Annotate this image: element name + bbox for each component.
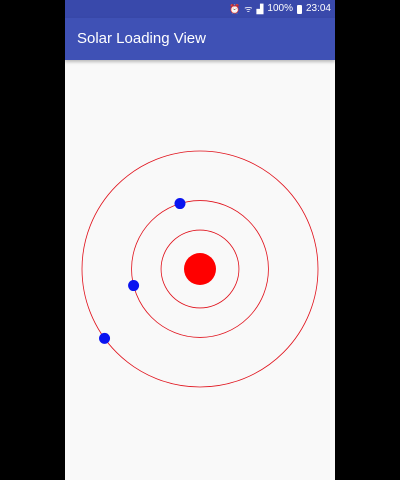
status-icons: ⏰ ᯤ ▟ 100% 23:04 xyxy=(229,3,331,15)
status-time: 23:04 xyxy=(305,3,331,14)
signal-icon: ▟ xyxy=(256,4,264,14)
planet-group xyxy=(99,198,186,344)
planet xyxy=(99,332,111,344)
app-title: Solar Loading View xyxy=(77,30,206,47)
app-bar: Solar Loading View xyxy=(65,18,335,60)
planet xyxy=(128,280,140,292)
battery-percent: 100% xyxy=(267,3,293,14)
status-bar: ⏰ ᯤ ▟ 100% 23:04 xyxy=(65,0,335,18)
planet xyxy=(174,198,186,210)
sun xyxy=(184,253,216,285)
wifi-icon: ᯤ xyxy=(244,4,253,14)
phone-screen: ⏰ ᯤ ▟ 100% 23:04 Solar Loading View xyxy=(65,0,335,480)
alarm-icon: ⏰ xyxy=(229,4,241,14)
battery-icon xyxy=(296,4,302,14)
content-area xyxy=(65,60,335,480)
solar-loading-view xyxy=(81,150,319,388)
